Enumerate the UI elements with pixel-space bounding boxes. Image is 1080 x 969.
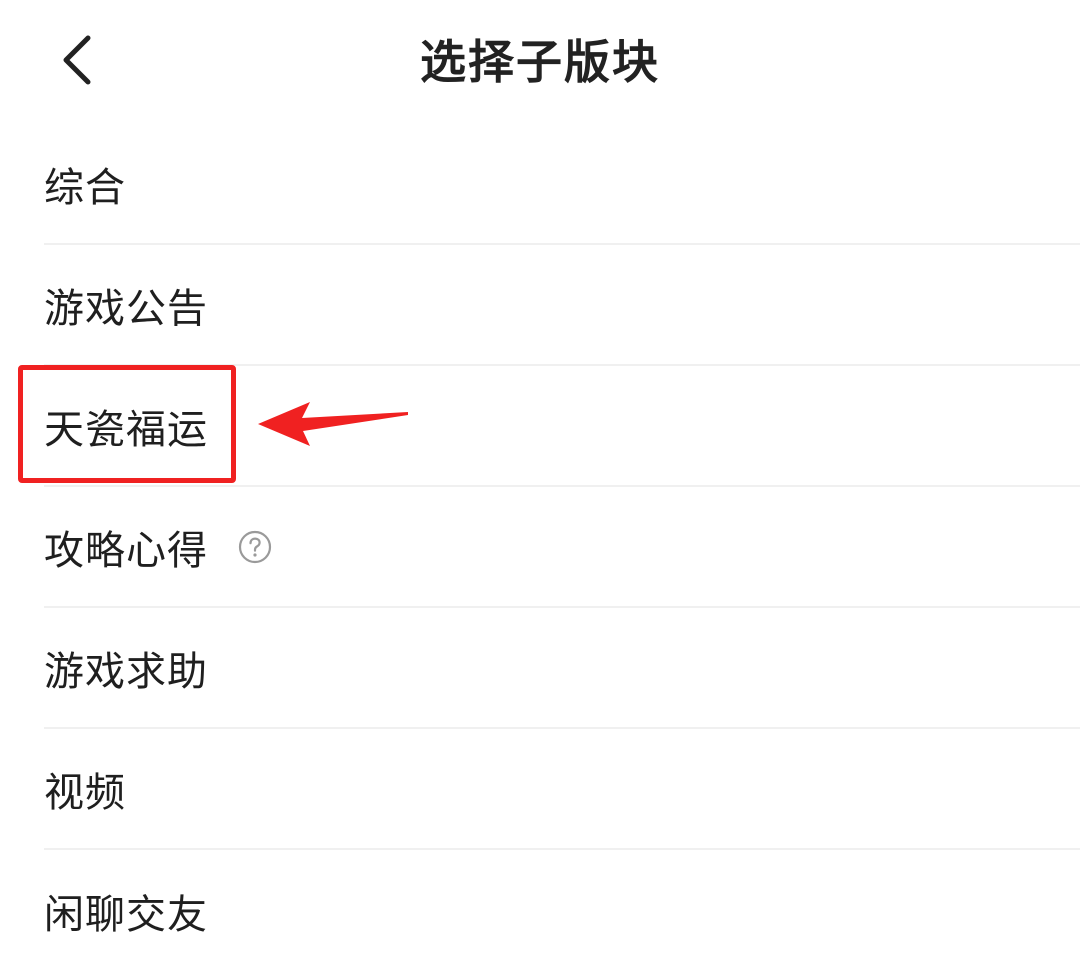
page-title: 选择子版块 [420,35,660,89]
list-item-label: 综合 [44,164,126,211]
select-subsection-page: 选择子版块 综合 游戏公告 天瓷福运 攻略心得 游戏求助 视频 闲聊交友 [0,0,1080,969]
list-item-label: 闲聊交友 [44,891,208,938]
list-item-label: 游戏求助 [44,648,208,695]
header-bar: 选择子版块 [0,0,1080,124]
list-item-general[interactable]: 综合 [44,124,1080,245]
chevron-left-icon [58,34,94,90]
list-item-label: 游戏公告 [44,285,208,332]
list-item-game-help[interactable]: 游戏求助 [44,608,1080,729]
list-item-strategy-tips[interactable]: 攻略心得 [44,487,1080,608]
list-item-tianci-fortune[interactable]: 天瓷福运 [44,366,1080,487]
list-item-label: 天瓷福运 [44,406,208,453]
question-circle-icon[interactable] [238,530,272,564]
list-item-label: 视频 [44,769,126,816]
list-item-game-announcements[interactable]: 游戏公告 [44,245,1080,366]
list-item-label: 攻略心得 [44,527,208,574]
list-item-video[interactable]: 视频 [44,729,1080,850]
subsection-list: 综合 游戏公告 天瓷福运 攻略心得 游戏求助 视频 闲聊交友 [0,124,1080,969]
back-button[interactable] [44,30,108,94]
list-item-chat-friends[interactable]: 闲聊交友 [44,850,1080,969]
